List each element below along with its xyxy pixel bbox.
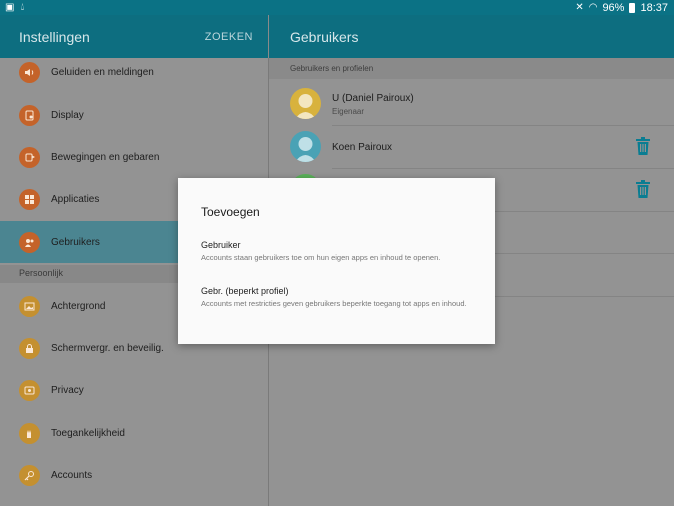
delete-icon[interactable] (635, 137, 651, 155)
menu-item-label: Display (51, 109, 84, 121)
menu-item-sounds[interactable]: Geluiden en meldingen (0, 51, 268, 93)
users-title: Gebruikers (290, 29, 359, 45)
menu-item-label: Bewegingen en gebaren (51, 151, 160, 163)
menu-item-label: Schermvergr. en beveilig. (51, 342, 164, 354)
users-section-header: Gebruikers en profielen (269, 58, 674, 79)
menu-item-label: Gebruikers (51, 236, 100, 248)
display-icon (19, 104, 40, 126)
clock: 18:37 (640, 1, 668, 14)
option-user[interactable]: Gebruiker Accounts staan gebruikers toe … (178, 240, 495, 280)
user-role: Eigenaar (332, 107, 365, 116)
sound-icon (19, 61, 40, 83)
screenshot-icon: ▣ (5, 2, 15, 13)
apps-icon (19, 188, 40, 210)
settings-title: Instellingen (19, 29, 90, 45)
status-bar: ▣ 💧︎ ✕ ◠ 96% 18:37 (0, 0, 674, 15)
menu-item-display[interactable]: Display (0, 94, 268, 136)
menu-item-label: Achtergrond (51, 300, 106, 312)
motion-icon (19, 146, 40, 168)
menu-item-privacy[interactable]: Privacy (0, 369, 268, 411)
menu-item-accessibility[interactable]: Toegankelijkheid (0, 412, 268, 454)
menu-item-label: Toegankelijkheid (51, 427, 125, 439)
option-title: Gebr. (beperkt profiel) (201, 286, 289, 296)
option-description: Accounts staan gebruikers toe om hun eig… (201, 253, 441, 262)
battery-percent: 96% (602, 1, 625, 14)
users-header: Gebruikers (269, 15, 674, 58)
water-drop-icon: 💧︎ (20, 2, 25, 13)
avatar (290, 131, 321, 162)
menu-item-accounts[interactable]: Accounts (0, 454, 268, 496)
battery-icon (629, 3, 636, 13)
user-row-owner[interactable]: U (Daniel Pairoux) Eigenaar (269, 83, 674, 125)
wifi-icon: ◠ (588, 2, 598, 13)
privacy-icon (19, 379, 40, 401)
user-row-koen[interactable]: Koen Pairoux (269, 126, 674, 168)
user-name: Koen Pairoux (332, 142, 393, 153)
mute-icon: ✕ (575, 2, 584, 13)
menu-item-label: Privacy (51, 384, 84, 396)
menu-item-label: Geluiden en meldingen (51, 66, 154, 78)
menu-item-label: Accounts (51, 469, 93, 481)
menu-item-motions[interactable]: Bewegingen en gebaren (0, 136, 268, 178)
lock-icon (19, 337, 40, 359)
option-restricted-profile[interactable]: Gebr. (beperkt profiel) Accounts met res… (178, 286, 495, 332)
search-button[interactable]: ZOEKEN (205, 31, 253, 43)
users-icon (19, 231, 40, 253)
add-dialog: Toevoegen Gebruiker Accounts staan gebru… (178, 178, 495, 344)
dialog-title: Toevoegen (201, 205, 260, 219)
accessibility-icon (19, 422, 40, 444)
avatar (290, 88, 321, 119)
user-name: U (Daniel Pairoux) (332, 93, 414, 104)
menu-item-label: Applicaties (51, 193, 100, 205)
key-icon (19, 464, 40, 486)
wallpaper-icon (19, 295, 40, 317)
delete-icon[interactable] (635, 180, 651, 198)
option-description: Accounts met restricties geven gebruiker… (201, 299, 467, 308)
option-title: Gebruiker (201, 240, 241, 250)
